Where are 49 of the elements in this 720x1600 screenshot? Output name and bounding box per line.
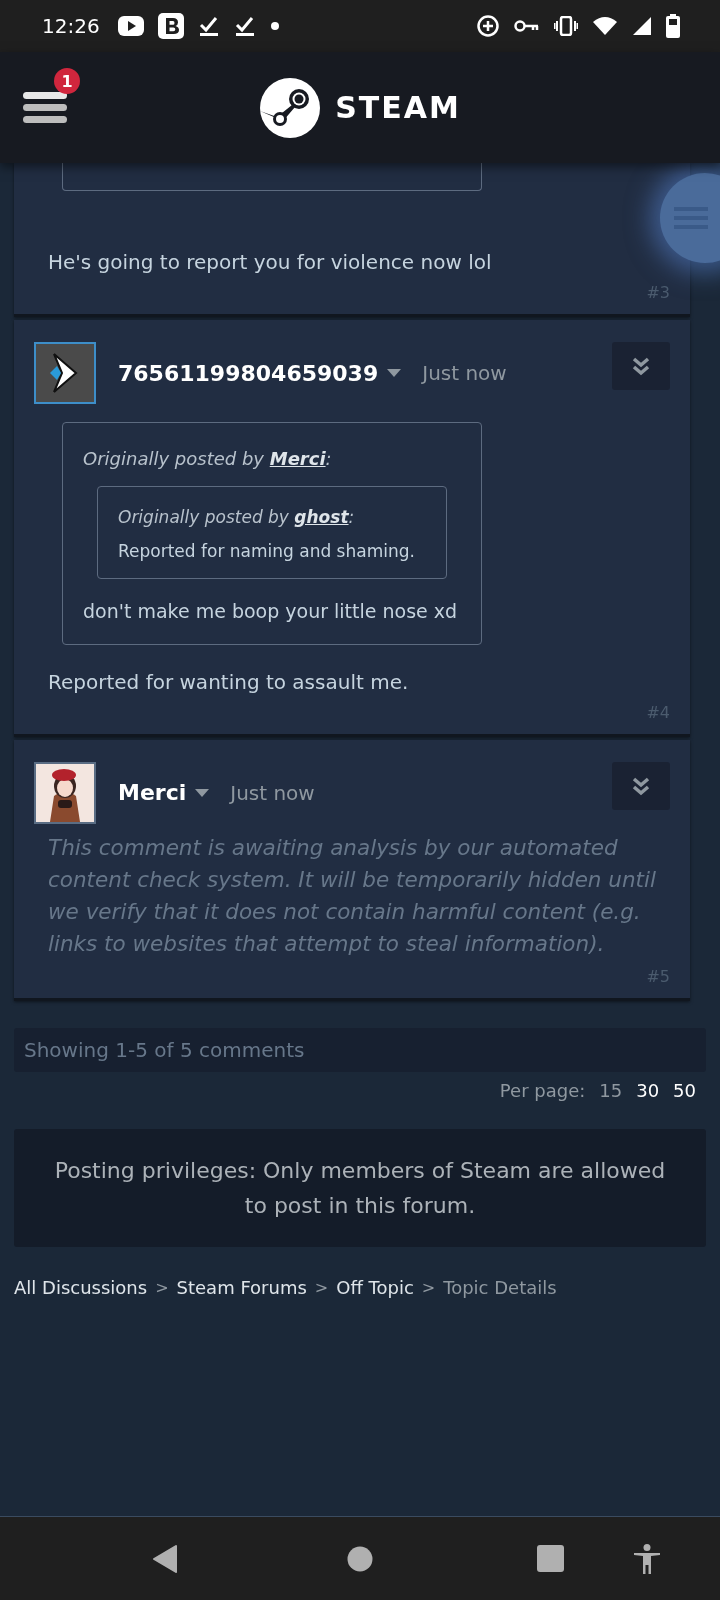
avatar[interactable] [34,342,96,404]
breadcrumb-link[interactable]: Steam Forums [176,1276,307,1298]
notice-text: Posting privileges: Only members of Steam are allowed to post in this forum. [54,1157,666,1218]
caret-icon[interactable] [194,787,211,798]
breadcrumb-link[interactable]: All Discussions [14,1276,148,1298]
post-time: Just now [422,361,507,385]
breadcrumb-separator: > [155,1277,169,1297]
vibrate-icon [554,16,578,36]
post-text: Reported for wanting to assault me. [48,668,410,696]
app-icon [157,13,184,39]
breadcrumb-separator: > [314,1277,329,1297]
signal-icon [632,16,652,36]
check-icon [233,15,256,37]
expand-button[interactable] [612,342,670,390]
post-time: Just now [230,780,315,805]
key-icon [514,18,540,34]
quote-text: Reported for naming and shaming. [118,539,416,563]
check-icon [197,15,220,37]
quote-heading: Originally posted by Merci: [83,447,333,471]
logo-icon [259,76,322,139]
status-time: 12:26 [42,14,100,38]
double-chevron-icon [632,775,650,796]
double-chevron-icon [632,356,650,376]
quote-heading: Originally posted by ghost: [118,506,356,529]
accessibility-button[interactable] [633,1543,661,1574]
notification-badge: 1 [54,68,80,94]
dot-icon [269,21,280,31]
per-page-option[interactable]: 30 [636,1079,660,1101]
expand-button[interactable] [612,761,670,810]
per-page-option[interactable]: 50 [673,1079,696,1101]
comment-count: Showing 1-5 of 5 comments [24,1037,305,1062]
breadcrumb-separator: > [421,1277,436,1297]
author-name[interactable]: Merci [118,780,187,805]
breadcrumb-link[interactable]: Off Topic [336,1276,414,1298]
current-page-label: Topic Details [443,1276,557,1298]
per-page-option[interactable]: 15 [599,1079,623,1101]
back-button[interactable] [152,1543,178,1574]
caret-icon[interactable] [386,368,403,378]
post-text: He's going to report you for violence now lol [48,249,493,276]
per-page-label: Per page: [499,1079,586,1101]
author-name[interactable]: 76561199804659039 [118,360,379,386]
home-button[interactable] [347,1545,373,1572]
add-circle-icon [476,14,500,38]
moderation-notice: This comment is awaiting analysis by our automated content check system. It will be temporarily hidden until we verify that it does not contain harmful content (e.g. links to websites that attempt to steal information). [48,833,657,959]
logo-text: STEAM [335,90,461,125]
quote-text: don't make me boop your little nose xd [83,599,459,624]
battery-icon [666,14,680,38]
wifi-icon [592,16,618,36]
video-app-icon [117,16,144,36]
